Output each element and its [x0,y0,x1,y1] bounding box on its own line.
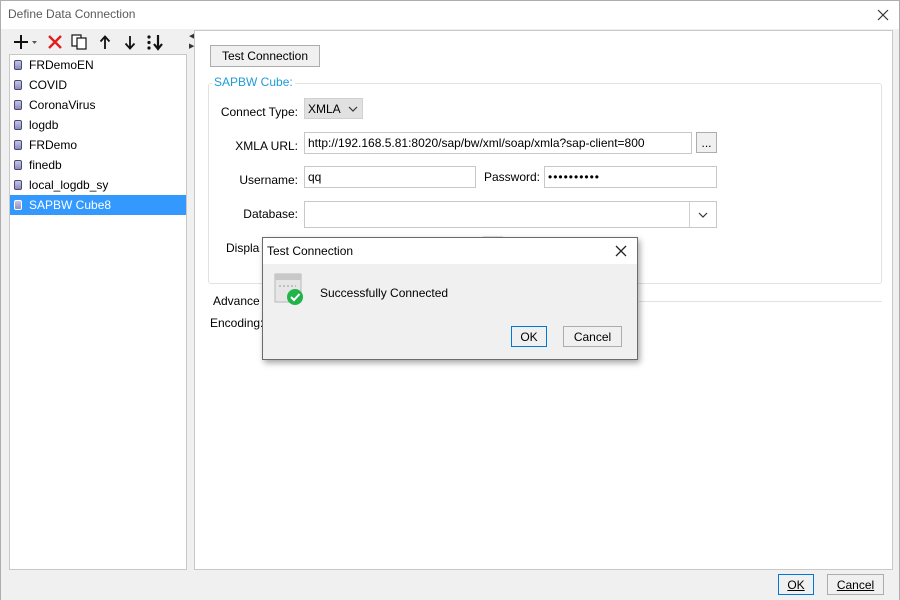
username-label: Username: [239,173,298,187]
database-icon [14,60,22,70]
test-connection-dialog: Test Connection Successfully Connected O… [262,237,638,360]
arrow-down-icon [124,35,136,50]
dialog-message: Successfully Connected [320,286,449,300]
advanced-label[interactable]: Advance [213,294,260,308]
chevron-down-icon [344,99,362,118]
database-icon [14,180,22,190]
dialog-close-icon[interactable] [611,241,631,261]
advanced-divider [639,301,882,302]
xmla-url-label: XMLA URL: [235,139,298,153]
dialog-ok-button[interactable]: OK [511,326,547,347]
connection-item[interactable]: logdb [10,115,186,135]
section-title: SAPBW Cube: [212,75,295,89]
success-check-icon [274,273,303,305]
connect-type-label: Connect Type: [220,105,298,119]
move-up-button[interactable] [94,31,116,53]
add-connection-button[interactable] [13,31,41,53]
display-label: Displa [226,241,260,255]
dialog-cancel-button[interactable]: Cancel [563,326,622,347]
arrow-up-icon [99,34,111,49]
database-icon [14,80,22,90]
connection-item-selected[interactable]: SAPBW Cube8 [10,195,186,215]
password-input[interactable]: •••••••••• [544,166,717,188]
database-icon [14,140,22,150]
dialog-titlebar: Test Connection [263,238,637,264]
database-label: Database: [243,207,298,221]
connection-item[interactable]: FRDemoEN [10,55,186,75]
window-title: Define Data Connection [8,7,136,21]
connection-item[interactable]: COVID [10,75,186,95]
window-titlebar: Define Data Connection [1,1,899,29]
copy-icon [71,34,87,50]
delete-connection-button[interactable] [44,31,66,53]
move-down-button[interactable] [119,31,141,53]
username-input[interactable]: qq [304,166,476,188]
ok-button[interactable]: OK [778,574,814,595]
password-label: Password: [483,170,540,184]
test-connection-button[interactable]: Test Connection [210,45,320,67]
database-select[interactable] [304,201,717,228]
database-icon [14,100,22,110]
database-icon [14,120,22,130]
connection-list-panel: FRDemoEN COVID CoronaVirus logdb FRDemo … [8,30,188,570]
plus-dropdown-icon [14,35,37,49]
connection-item[interactable]: CoronaVirus [10,95,186,115]
xmla-url-input[interactable]: http://192.168.5.81:8020/sap/bw/xml/soap… [304,132,692,154]
connection-item[interactable]: finedb [10,155,186,175]
connection-item[interactable]: local_logdb_sy [10,175,186,195]
sort-button[interactable] [144,31,166,53]
connect-type-value: XMLA [308,101,341,116]
connection-item[interactable]: FRDemo [10,135,186,155]
browse-url-button[interactable]: ... [696,132,717,153]
database-icon [14,200,22,210]
chevron-down-icon[interactable] [689,202,716,227]
connection-toolbar [8,30,188,54]
connect-type-select[interactable]: XMLA [304,98,363,119]
window-close-icon[interactable] [873,5,893,25]
cancel-button[interactable]: Cancel [827,574,884,595]
copy-connection-button[interactable] [69,31,91,53]
dialog-footer: OK Cancel [1,570,899,600]
database-icon [14,160,22,170]
sort-icon [147,34,163,51]
connection-list: FRDemoEN COVID CoronaVirus logdb FRDemo … [9,54,187,570]
dialog-title: Test Connection [267,244,354,258]
encoding-label: Encoding: [210,316,264,330]
red-x-icon [48,35,62,49]
